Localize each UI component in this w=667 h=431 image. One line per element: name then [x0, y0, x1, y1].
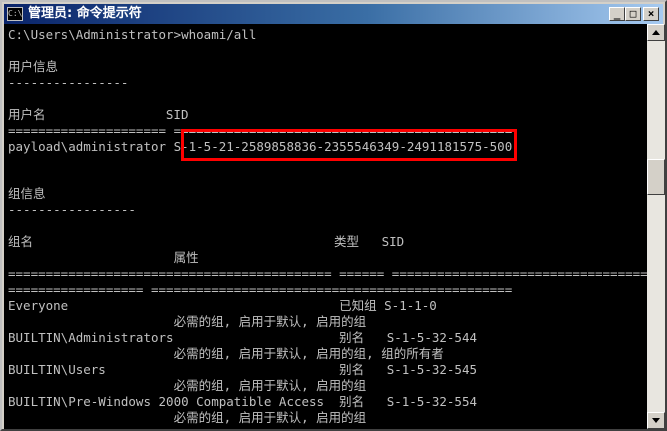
separator-line: ================== =====================…: [8, 282, 513, 297]
group-attributes: 必需的组, 启用于默认, 启用的组: [8, 314, 367, 329]
command-line: C:\Users\Administrator>whoami/all: [8, 27, 257, 42]
section-heading-group-info: 组信息: [8, 186, 46, 201]
arrow-down-icon: [652, 418, 660, 423]
user-table-header: 用户名 SID: [8, 107, 189, 122]
scroll-up-button[interactable]: [647, 24, 665, 41]
close-button[interactable]: ×: [643, 7, 659, 21]
separator-line: ----------------: [8, 75, 129, 90]
minimize-button[interactable]: _: [609, 7, 625, 21]
scrollbar-thumb[interactable]: [647, 159, 665, 195]
command-prompt-window: C:\ 管理员: 命令提示符 _ □ × C:\Users\Administra…: [0, 0, 667, 431]
maximize-button[interactable]: □: [625, 7, 641, 21]
group-table-header: 组名 类型 SID: [8, 234, 405, 249]
group-attributes: 必需的组, 启用于默认, 启用的组, 组的所有者: [8, 346, 444, 361]
title-bar[interactable]: C:\ 管理员: 命令提示符 _ □ ×: [4, 4, 663, 24]
cmd-icon[interactable]: C:\: [7, 7, 23, 21]
separator-line: ========================================…: [8, 266, 647, 281]
group-attributes: 必需的组, 启用于默认, 启用的组: [8, 410, 367, 425]
group-table-header-attributes: 属性: [8, 250, 199, 265]
separator-line: -----------------: [8, 202, 136, 217]
group-row: BUILTIN\Pre-Windows 2000 Compatible Acce…: [8, 394, 478, 409]
vertical-scrollbar[interactable]: [647, 24, 665, 429]
group-row: Everyone 已知组 S-1-1-0: [8, 298, 437, 313]
arrow-up-icon: [652, 30, 660, 35]
section-heading-user-info: 用户信息: [8, 59, 59, 74]
scroll-down-button[interactable]: [647, 412, 665, 429]
window-title: 管理员: 命令提示符: [28, 6, 142, 21]
group-row: BUILTIN\Administrators 别名 S-1-5-32-544: [8, 330, 478, 345]
sid-highlight-box: [181, 129, 517, 161]
console-output[interactable]: C:\Users\Administrator>whoami/all 用户信息 -…: [4, 24, 647, 429]
group-row: BUILTIN\Users 别名 S-1-5-32-545: [8, 362, 478, 377]
group-attributes: 必需的组, 启用于默认, 启用的组: [8, 378, 367, 393]
